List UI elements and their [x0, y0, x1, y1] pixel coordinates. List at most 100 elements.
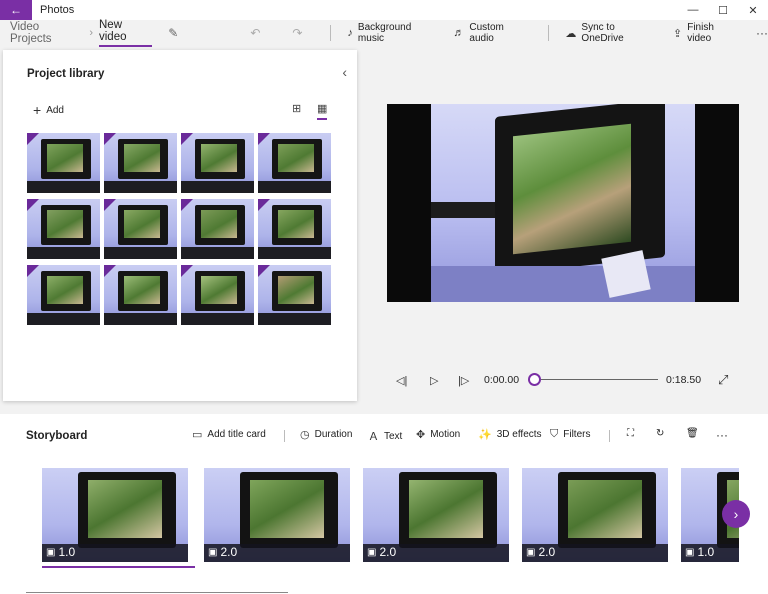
background-music-button[interactable]: ♪ Background music [347, 22, 439, 44]
custom-audio-button[interactable]: ♬ Custom audio [453, 22, 530, 44]
added-tag-icon [258, 133, 270, 145]
image-icon: ▣ [526, 546, 536, 558]
filters-button[interactable]: ⛉ Filters [550, 428, 590, 441]
grid-view-large-icon[interactable]: ⊞ [292, 102, 301, 115]
3d-effects-label: 3D effects [496, 429, 542, 440]
app-title: Photos [40, 4, 75, 16]
added-tag-icon [104, 133, 116, 145]
image-icon: ▣ [367, 546, 377, 558]
added-tag-icon [258, 199, 270, 211]
duration-button[interactable]: ◷ Duration [300, 428, 352, 441]
thumbnail-desk [27, 313, 100, 325]
library-thumbnail[interactable] [258, 199, 331, 259]
seek-bar-thumb[interactable] [528, 373, 541, 386]
fullscreen-icon[interactable]: ⤢ [718, 372, 728, 388]
breadcrumb-new-video[interactable]: New video [99, 19, 153, 47]
storyboard-clip[interactable]: ▣ 2.0 [522, 468, 668, 562]
clip-duration-value: 1.0 [58, 545, 76, 559]
duration-label: Duration [314, 429, 353, 440]
custom-audio-label: Custom audio [469, 22, 504, 44]
plus-icon: + [33, 102, 42, 118]
sync-onedrive-button[interactable]: ☁ Sync to OneDrive [565, 22, 659, 44]
preview-frame-screen [513, 123, 631, 255]
filter-icon: ⛉ [550, 428, 559, 440]
close-button[interactable]: ✕ [738, 0, 768, 20]
library-thumbnail[interactable] [27, 265, 100, 325]
thumbnail-screen [201, 144, 237, 172]
clip-duration-value: 2.0 [220, 545, 238, 559]
library-thumbnail[interactable] [104, 265, 177, 325]
clip-duration-value: 2.0 [538, 545, 556, 559]
thumbnail-desk [258, 247, 331, 259]
chevron-right-icon[interactable]: › [722, 500, 750, 528]
background-music-label: Background music [357, 22, 412, 44]
redo-icon[interactable]: ↷ [292, 26, 302, 40]
selected-clip-indicator [42, 566, 195, 568]
trash-icon[interactable]: 🗑 [686, 428, 699, 439]
play-icon[interactable]: ▷ [430, 374, 438, 387]
add-media-button[interactable]: + Add [33, 102, 64, 118]
library-thumbnail[interactable] [104, 133, 177, 193]
export-icon: ⇪ [673, 27, 683, 40]
finish-video-label: Finish video [687, 22, 714, 44]
storyboard-divider [609, 430, 610, 442]
breadcrumb-video-projects[interactable]: Video Projects [10, 21, 83, 45]
text-icon: Ａ [368, 431, 379, 443]
motion-button[interactable]: ✥ Motion [416, 428, 460, 441]
library-thumbnail[interactable] [181, 133, 254, 193]
clip-duration: ▣ 2.0 [526, 545, 555, 559]
added-tag-icon [104, 265, 116, 277]
storyboard-clip[interactable]: ▣ 1.0 [42, 468, 188, 562]
storyboard-clip[interactable]: ▣ 2.0 [363, 468, 509, 562]
back-arrow-icon[interactable]: ← [0, 0, 32, 20]
clip-duration-value: 2.0 [379, 545, 397, 559]
clip-screen [250, 480, 324, 538]
video-preview[interactable] [387, 104, 739, 302]
library-thumbnail[interactable] [258, 133, 331, 193]
library-thumbnail[interactable] [104, 199, 177, 259]
custom-audio-icon: ♬ [453, 27, 465, 39]
minimize-button[interactable]: — [678, 0, 708, 20]
clip-duration: ▣ 2.0 [367, 545, 396, 559]
thumbnail-desk [27, 181, 100, 193]
total-time: 0:18.50 [666, 374, 702, 386]
library-thumbnail[interactable] [258, 265, 331, 325]
clip-duration: ▣ 2.0 [208, 545, 237, 559]
rotate-icon[interactable]: ↻ [656, 428, 664, 439]
image-icon: ▣ [208, 546, 218, 558]
storyboard-scrollbar[interactable] [26, 592, 288, 593]
thumbnail-desk [181, 313, 254, 325]
text-button[interactable]: Ａ Text [368, 428, 402, 444]
thumbnail-desk [181, 181, 254, 193]
grid-view-small-icon[interactable]: ▦ [317, 102, 328, 120]
pencil-icon[interactable]: ✎ [168, 26, 178, 40]
added-tag-icon [258, 265, 270, 277]
thumbnail-screen [47, 276, 83, 304]
thumbnail-screen [124, 144, 160, 172]
library-thumbnail[interactable] [181, 265, 254, 325]
library-thumbnail[interactable] [27, 199, 100, 259]
step-forward-icon[interactable]: |▷ [458, 374, 469, 387]
more-options-icon[interactable]: ··· [756, 26, 768, 40]
crop-icon[interactable]: ⛶ [627, 428, 634, 439]
library-thumbnail[interactable] [181, 199, 254, 259]
storyboard-clip[interactable]: ▣ 2.0 [204, 468, 350, 562]
thumbnail-desk [258, 313, 331, 325]
3d-effects-button[interactable]: ✨ 3D effects [478, 428, 542, 441]
step-back-icon[interactable]: ◁| [396, 374, 407, 387]
undo-icon[interactable]: ↶ [250, 26, 260, 40]
add-title-card-button[interactable]: ▭ Add title card [192, 428, 266, 441]
thumbnail-screen [47, 144, 83, 172]
thumbnail-desk [27, 247, 100, 259]
filters-label: Filters [563, 429, 591, 440]
maximize-button[interactable]: ☐ [708, 0, 738, 20]
storyboard-more-icon[interactable]: ··· [716, 428, 728, 442]
finish-video-button[interactable]: ⇪ Finish video [673, 22, 740, 44]
chevron-left-icon[interactable]: ‹ [342, 64, 347, 80]
storyboard-toolbar: ▭ Add title card ◷ Duration Ａ Text ✥ Mot… [0, 428, 768, 444]
thumbnail-desk [258, 181, 331, 193]
added-tag-icon [27, 133, 39, 145]
library-thumbnail[interactable] [27, 133, 100, 193]
title-card-icon: ▭ [192, 429, 203, 441]
seek-bar-track[interactable] [530, 379, 658, 380]
